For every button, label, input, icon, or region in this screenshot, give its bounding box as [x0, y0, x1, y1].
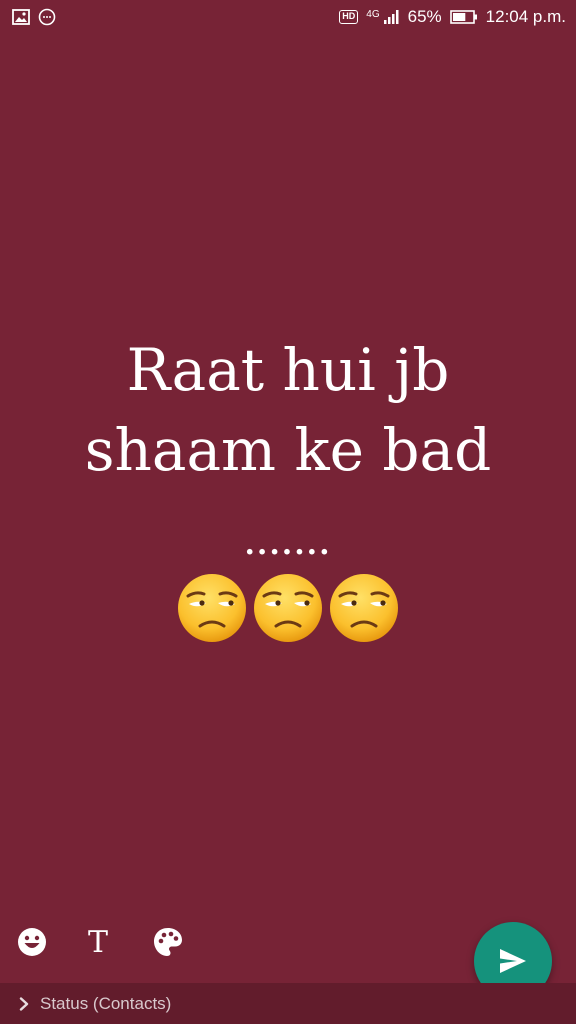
status-text-line-2: shaam ke bad [84, 416, 492, 484]
status-text[interactable]: Raat hui jb shaam ke bad [0, 330, 576, 490]
unamused-face-icon [254, 574, 322, 642]
status-text-line-1: Raat hui jb [126, 336, 450, 404]
battery-icon [449, 10, 478, 24]
battery-percent: 65% [407, 7, 442, 26]
palette-icon [154, 928, 182, 956]
emoji-button[interactable] [14, 924, 50, 960]
status-bar-left [12, 8, 56, 26]
chevron-right-icon [19, 996, 29, 1011]
text-style-button[interactable]: T [80, 924, 116, 960]
emoji-row [0, 572, 576, 644]
message-icon [38, 8, 56, 26]
status-audience-bar[interactable]: Status (Contacts) [0, 983, 576, 1024]
send-icon [500, 949, 526, 973]
image-icon [12, 9, 30, 25]
unamused-face-icon [330, 574, 398, 642]
color-palette-button[interactable] [150, 924, 186, 960]
unamused-face-icon [178, 574, 246, 642]
smiley-icon [18, 928, 46, 956]
status-audience-label: Status (Contacts) [40, 993, 172, 1013]
signal-icon [383, 10, 400, 24]
status-text-dots: ....... [244, 527, 332, 562]
text-tool-label: T [87, 924, 108, 960]
status-bar: HD 4G 65% 12:04 p.m. [0, 0, 576, 34]
hd-badge: HD [339, 10, 359, 24]
clock: 12:04 p.m. [485, 7, 566, 26]
status-bar-right: HD 4G 65% 12:04 p.m. [339, 7, 566, 27]
network-type: 4G [366, 8, 380, 20]
